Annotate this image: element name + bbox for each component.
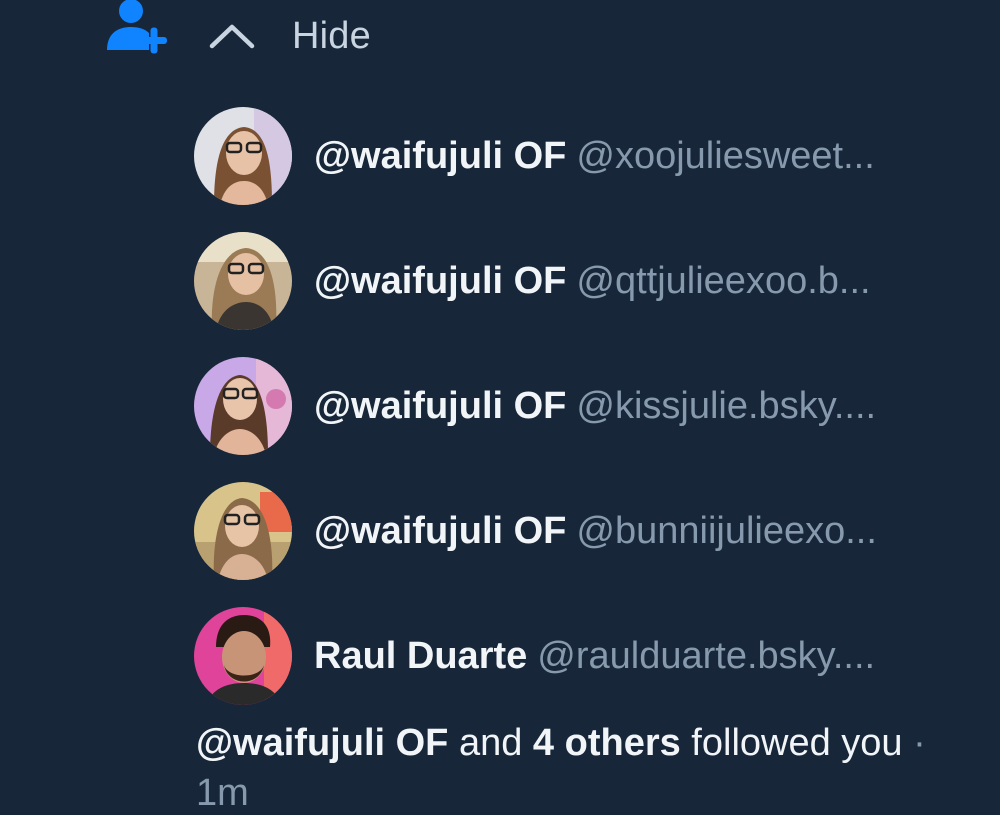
follower-handle: @bunniijulieexo... (576, 510, 877, 552)
notification-summary: @waifujuli OF and 4 others followed you … (196, 718, 976, 815)
avatar[interactable] (194, 357, 292, 455)
follower-handle: @qttjulieexoo.b... (576, 260, 871, 302)
followed-text: followed you (680, 722, 903, 764)
first-follower-name[interactable]: @waifujuli OF (196, 722, 448, 764)
chevron-up-icon (209, 24, 255, 49)
avatar[interactable] (194, 232, 292, 330)
follower-handle: @xoojuliesweet... (576, 135, 875, 177)
follower-row[interactable]: @waifujuli OF @bunniijulieexo... (194, 482, 994, 580)
avatar[interactable] (194, 607, 292, 705)
notification-header: Hide (0, 0, 1000, 75)
follower-handle: @raulduarte.bsky.... (537, 635, 876, 677)
follower-display-name[interactable]: Raul Duarte (314, 635, 527, 677)
notification-card[interactable]: Hide @waifujuli OF @xoojuliesweet... @wa… (0, 0, 1000, 815)
follower-display-name[interactable]: @waifujuli OF (314, 135, 566, 177)
follower-row[interactable]: @waifujuli OF @qttjulieexoo.b... (194, 232, 994, 330)
follower-display-name[interactable]: @waifujuli OF (314, 510, 566, 552)
follower-display-name[interactable]: @waifujuli OF (314, 260, 566, 302)
separator-dot: · (902, 722, 926, 764)
follower-handle: @kissjulie.bsky.... (576, 385, 877, 427)
timestamp: 1m (196, 772, 249, 814)
others-count[interactable]: 4 others (533, 722, 681, 764)
avatar[interactable] (194, 107, 292, 205)
person-plus-icon (104, 0, 168, 56)
hide-label: Hide (292, 14, 371, 57)
avatar[interactable] (194, 482, 292, 580)
follower-row[interactable]: @waifujuli OF @kissjulie.bsky.... (194, 357, 994, 455)
and-text: and (448, 722, 533, 764)
follower-row[interactable]: @waifujuli OF @xoojuliesweet... (194, 107, 994, 205)
hide-toggle-button[interactable]: Hide (208, 10, 371, 62)
follower-display-name[interactable]: @waifujuli OF (314, 385, 566, 427)
follower-row[interactable]: Raul Duarte @raulduarte.bsky.... (194, 607, 994, 705)
